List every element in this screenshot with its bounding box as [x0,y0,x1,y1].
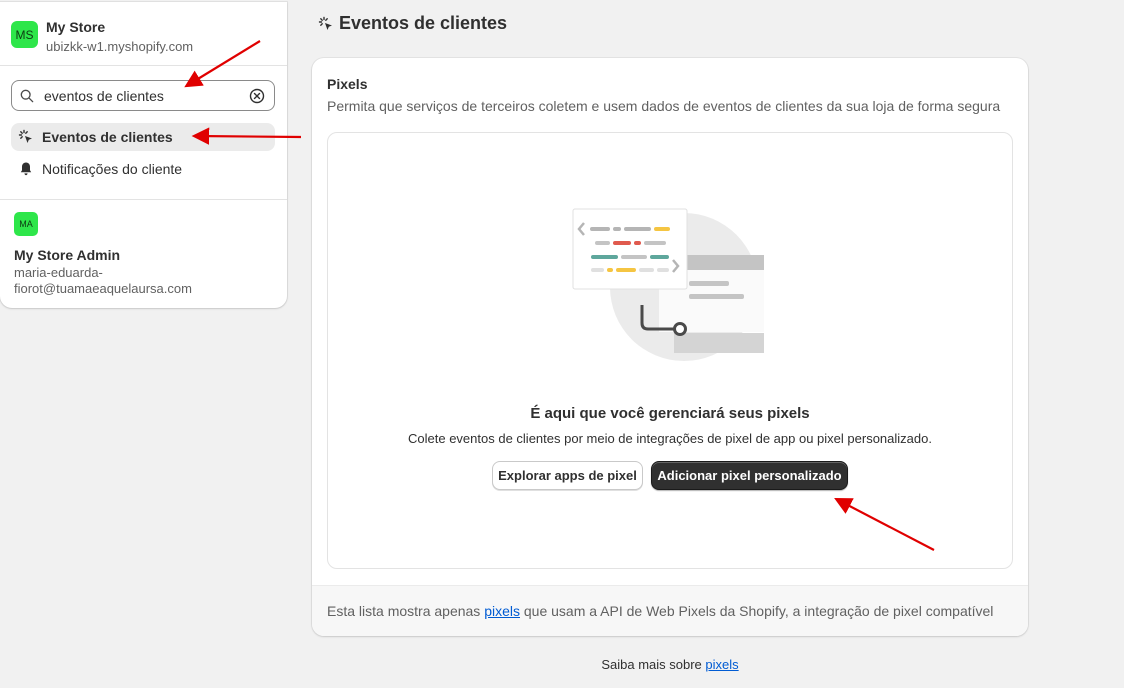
add-custom-pixel-button[interactable]: Adicionar pixel personalizado [651,461,848,490]
footer-text: Esta lista mostra apenas pixels que usam… [327,603,993,619]
search-icon [20,89,34,102]
bell-icon [20,162,32,176]
card-footer: Esta lista mostra apenas pixels que usam… [312,585,1028,636]
page-title: Eventos de clientes [318,13,507,34]
store-name: My Store [46,19,106,35]
sidebar-divider [0,199,287,200]
footer-text-before: Esta lista mostra apenas [327,603,485,619]
learn-more-pixels-link[interactable]: pixels [705,657,738,672]
learn-more-text: Saiba mais sobre [601,657,706,672]
pixels-illustration [572,208,764,361]
footer-text-after: que usam a API de Web Pixels da Shopify,… [519,603,994,619]
empty-state: É aqui que você gerenciará seus pixels C… [327,132,1013,569]
clear-search-icon[interactable] [249,88,265,104]
user-email: maria-eduarda-fiorot@tuamaeaquelaursa.co… [14,265,192,296]
settings-search[interactable] [11,80,275,111]
sidebar-divider [0,65,287,66]
sidebar-item-customer-events[interactable]: Eventos de clientes [11,123,275,151]
sidebar-item-customer-notifications[interactable]: Notificações do cliente [11,155,275,183]
learn-more: Saiba mais sobre pixels [312,657,1028,672]
empty-state-heading: É aqui que você gerenciará seus pixels [530,405,810,422]
store-header[interactable]: MS My Store ubizkk-w1.myshopify.com [11,18,193,56]
empty-state-description: Colete eventos de clientes por meio de i… [408,431,932,446]
store-domain: ubizkk-w1.myshopify.com [46,39,194,54]
cursor-click-icon [318,16,332,30]
user-avatar: MA [14,212,38,236]
cursor-click-icon [18,129,32,143]
store-avatar: MS [11,21,38,48]
explore-pixel-apps-button[interactable]: Explorar apps de pixel [492,461,643,490]
search-input[interactable] [44,81,249,110]
sidebar-item-label: Eventos de clientes [42,129,173,145]
card-description: Permita que serviços de terceiros colete… [327,98,1001,114]
card-title: Pixels [327,76,368,92]
pixels-link[interactable]: pixels [484,603,520,619]
settings-sidebar: MS My Store ubizkk-w1.myshopify.com even… [0,2,287,308]
page-title-text: Eventos de clientes [339,13,508,33]
user-account[interactable]: MA My Store Admin maria-eduarda-fiorot@t… [14,212,214,297]
sidebar-item-label: Notificações do cliente [42,161,183,177]
user-name: My Store Admin [14,247,121,263]
pixels-card: Pixels Permita que serviços de terceiros… [312,58,1028,636]
